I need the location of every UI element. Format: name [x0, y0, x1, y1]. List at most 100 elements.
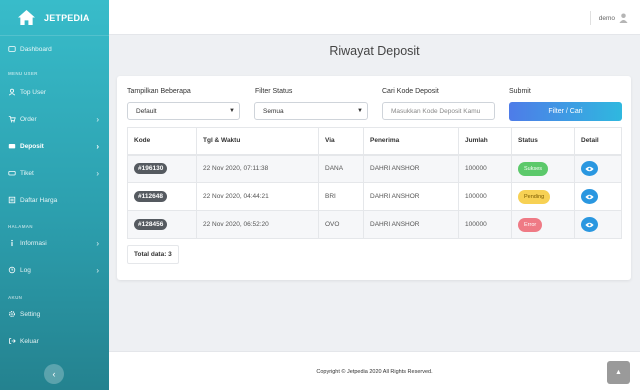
footer: Copyright © Jetpedia 2020 All Rights Res…	[109, 351, 640, 390]
column-header-waktu[interactable]: Tgl & Waktu	[196, 127, 319, 156]
topbar: demo	[109, 0, 640, 35]
sidebar-item-keluar[interactable]: Keluar	[0, 333, 109, 349]
cell-via: OVO	[318, 210, 364, 239]
cell-via: DANA	[318, 154, 364, 183]
sidebar-item-label: Top User	[20, 88, 47, 96]
chevron-right-icon: ›	[96, 168, 99, 178]
brand-name: JETPEDIA	[44, 12, 90, 23]
chevron-right-icon: ›	[96, 141, 99, 151]
chevron-down-icon: ▼	[229, 108, 235, 114]
wallet-icon	[8, 144, 16, 149]
caret-up-icon: ▲	[615, 369, 622, 376]
show-label: Tampilkan Beberapa	[127, 88, 191, 95]
gear-icon	[9, 311, 15, 317]
sidebar-collapse-button[interactable]: ‹	[44, 364, 64, 384]
sidebar-item-dashboard[interactable]: Dashboard	[0, 41, 109, 57]
logout-icon	[9, 338, 16, 344]
cell-penerima: DAHRI ANSHOR	[363, 210, 459, 239]
eye-icon	[585, 194, 594, 199]
deposit-code-badge: #196130	[134, 163, 168, 175]
column-header-detail[interactable]: Detail	[574, 127, 622, 156]
home-icon	[18, 9, 35, 26]
sidebar-item-log[interactable]: Log ›	[0, 262, 109, 278]
cell-jumlah: 100000	[458, 182, 512, 211]
table-row: #112648 22 Nov 2020, 04:44:21 BRI DAHRI …	[127, 182, 622, 211]
show-select[interactable]: Default ▼	[127, 102, 240, 120]
eye-icon	[585, 166, 594, 171]
sidebar-item-informasi[interactable]: Informasi ›	[0, 235, 109, 251]
sidebar-item-label: Dashboard	[20, 45, 52, 53]
scroll-to-top-button[interactable]: ▲	[607, 361, 630, 384]
cell-waktu: 22 Nov 2020, 04:44:21	[196, 182, 319, 211]
search-input[interactable]: Masukkan Kode Deposit Kamu	[382, 102, 495, 120]
deposit-code-badge: #112648	[134, 191, 167, 202]
cell-penerima: DAHRI ANSHOR	[363, 182, 459, 211]
ticket-icon	[8, 171, 16, 176]
sidebar-item-label: Log	[20, 266, 31, 274]
filter-search-button[interactable]: Filter / Cari	[509, 102, 622, 121]
section-label-akun: AKUN	[8, 295, 23, 300]
eye-icon	[585, 222, 594, 227]
dashboard-icon	[8, 46, 16, 52]
sidebar-item-top-user[interactable]: Top User	[0, 84, 109, 100]
chevron-right-icon: ›	[96, 265, 99, 275]
status-badge: Sukses	[518, 161, 549, 176]
column-header-penerima[interactable]: Penerima	[363, 127, 459, 156]
sidebar-item-daftar-harga[interactable]: Daftar Harga	[0, 192, 109, 208]
cell-jumlah: 100000	[458, 210, 512, 239]
brand[interactable]: JETPEDIA	[0, 0, 109, 36]
total-data: Total data: 3	[127, 245, 179, 264]
page-title: Riwayat Deposit	[329, 44, 420, 58]
column-header-jumlah[interactable]: Jumlah	[458, 127, 512, 156]
status-filter-select[interactable]: Semua ▼	[254, 102, 368, 120]
sidebar-item-label: Daftar Harga	[20, 196, 58, 204]
sidebar-item-label: Setting	[20, 310, 41, 318]
username: demo	[598, 14, 615, 22]
chevron-down-icon: ▼	[357, 108, 363, 114]
deposit-code-badge: #128456	[134, 219, 168, 230]
column-header-status[interactable]: Status	[511, 127, 575, 156]
history-icon	[8, 266, 16, 274]
column-header-kode[interactable]: Kode	[127, 127, 197, 156]
table-row: #128456 22 Nov 2020, 06:52:20 OVO DAHRI …	[127, 210, 622, 239]
table-header-row: Kode Tgl & Waktu Via Penerima Jumlah Sta…	[127, 127, 622, 156]
submit-label: Submit	[509, 88, 531, 95]
section-label-halaman: HALAMAN	[8, 224, 33, 229]
topbar-divider	[589, 11, 591, 25]
search-label: Cari Kode Deposit	[382, 88, 439, 95]
deposit-card: Tampilkan Beberapa Default ▼ Filter Stat…	[117, 76, 631, 280]
search-placeholder: Masukkan Kode Deposit Kamu	[391, 107, 481, 115]
status-badge: Pending	[518, 189, 551, 204]
cell-penerima: DAHRI ANSHOR	[363, 154, 459, 183]
info-icon	[11, 239, 13, 247]
cell-waktu: 22 Nov 2020, 07:11:38	[196, 154, 319, 183]
column-header-via[interactable]: Via	[318, 127, 364, 156]
cell-waktu: 22 Nov 2020, 06:52:20	[196, 210, 319, 239]
sidebar-item-order[interactable]: Order ›	[0, 111, 109, 127]
show-select-value: Default	[136, 107, 157, 115]
user-menu[interactable]: demo	[589, 11, 628, 25]
chevron-right-icon: ›	[96, 114, 99, 124]
cell-jumlah: 100000	[458, 154, 512, 183]
user-avatar-icon	[619, 13, 628, 23]
sidebar-item-label: Informasi	[20, 239, 47, 247]
view-detail-button[interactable]	[581, 217, 598, 232]
sidebar-item-deposit[interactable]: Deposit ›	[0, 138, 109, 154]
sidebar-item-tiket[interactable]: Tiket ›	[0, 165, 109, 181]
sidebar-item-label: Deposit	[20, 142, 44, 150]
sidebar-item-label: Tiket	[20, 169, 34, 177]
status-filter-label: Filter Status	[255, 88, 293, 95]
cell-via: BRI	[318, 182, 364, 211]
status-badge: Error	[518, 217, 543, 232]
status-filter-value: Semua	[263, 107, 284, 115]
sidebar: JETPEDIA MENU USER HALAMAN AKUN Dashboar…	[0, 0, 109, 390]
cart-icon	[8, 116, 16, 123]
table-row: #196130 22 Nov 2020, 07:11:38 DANA DAHRI…	[127, 154, 622, 183]
sidebar-item-label: Keluar	[20, 337, 39, 345]
deposit-table: Kode Tgl & Waktu Via Penerima Jumlah Sta…	[127, 127, 622, 239]
list-icon	[8, 196, 16, 204]
sidebar-item-setting[interactable]: Setting	[0, 306, 109, 322]
view-detail-button[interactable]	[581, 189, 598, 204]
section-label-menu-user: MENU USER	[8, 71, 38, 76]
view-detail-button[interactable]	[581, 161, 598, 177]
